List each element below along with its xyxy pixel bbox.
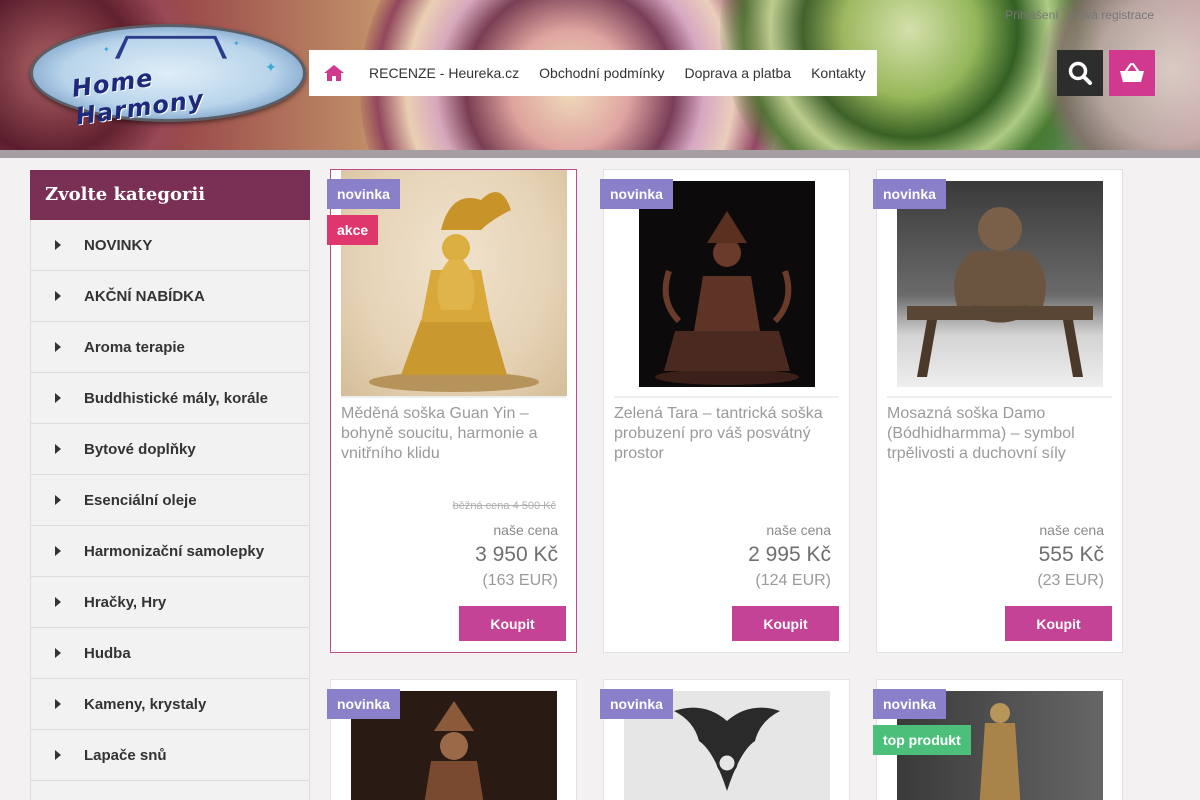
product-card[interactable]: novinka: [327, 679, 577, 800]
price-eur: (163 EUR): [482, 572, 558, 589]
product-card[interactable]: novinka top produkt: [873, 679, 1123, 800]
category-item[interactable]: Kameny, krystaly: [30, 679, 310, 730]
caret-right-icon: [55, 648, 61, 658]
nav-contacts[interactable]: Kontakty: [801, 65, 875, 81]
logo[interactable]: Home Harmony ✦ ✦ ✦: [30, 24, 306, 131]
product-price: 555 Kč: [1038, 543, 1104, 566]
price-label: naše cena: [1039, 522, 1104, 538]
login-link[interactable]: Přihlášení: [1005, 8, 1058, 22]
separator: [887, 396, 1112, 398]
separator: [614, 396, 839, 398]
buy-button[interactable]: Koupit: [732, 606, 839, 641]
search-button[interactable]: [1057, 50, 1103, 96]
caret-right-icon: [55, 240, 61, 250]
star-icon: ✦: [265, 59, 277, 75]
category-label: NOVINKY: [84, 236, 153, 254]
category-label: AKČNÍ NABÍDKA: [84, 287, 205, 305]
old-price: běžná cena 4 500 Kč: [452, 500, 556, 512]
buy-button[interactable]: Koupit: [1005, 606, 1112, 641]
main-nav: RECENZE - Heureka.cz Obchodní podmínky D…: [309, 50, 877, 96]
badge-new: novinka: [600, 179, 673, 209]
category-label: Kameny, krystaly: [84, 695, 207, 713]
product-image[interactable]: [639, 181, 815, 387]
category-item[interactable]: Harmonizační samolepky: [30, 526, 310, 577]
statue-image: [655, 211, 799, 385]
category-item[interactable]: [30, 781, 310, 800]
product-card[interactable]: novinka Zelená Tara – tantrická soška pr…: [600, 169, 850, 653]
product-name[interactable]: Měděná soška Guan Yin – bohyně soucitu, …: [341, 404, 566, 464]
badge-new: novinka: [327, 179, 400, 209]
nav-terms[interactable]: Obchodní podmínky: [529, 65, 674, 81]
caret-right-icon: [55, 597, 61, 607]
category-item[interactable]: Esenciální oleje: [30, 475, 310, 526]
category-item[interactable]: Lapače snů: [30, 730, 310, 781]
badge-new: novinka: [873, 179, 946, 209]
product-card[interactable]: novinka akce Měděná soška Guan Yin – boh…: [327, 169, 577, 653]
category-item[interactable]: Aroma terapie: [30, 322, 310, 373]
nav-shipping[interactable]: Doprava a platba: [674, 65, 801, 81]
price-label: naše cena: [766, 522, 831, 538]
home-icon: [324, 65, 344, 81]
category-label: Harmonizační samolepky: [84, 542, 265, 560]
category-label: Hračky, Hry: [84, 593, 167, 611]
account-links: Přihlášení Nová registrace: [997, 8, 1154, 22]
separator: [341, 396, 566, 398]
category-item[interactable]: Hudba: [30, 628, 310, 679]
price-eur: (124 EUR): [755, 572, 831, 589]
product-card[interactable]: novinka Mosazná soška Damo (Bódhidharmma…: [873, 169, 1123, 653]
search-icon: [1068, 61, 1092, 85]
category-label: Buddhistické mály, korále: [84, 389, 268, 407]
caret-right-icon: [55, 393, 61, 403]
price-eur: (23 EUR): [1037, 572, 1104, 589]
caret-right-icon: [55, 699, 61, 709]
statue-image: [907, 207, 1093, 377]
header-divider: [0, 150, 1200, 158]
category-item[interactable]: Buddhistické mály, korále: [30, 373, 310, 424]
caret-right-icon: [55, 750, 61, 760]
nav-reviews[interactable]: RECENZE - Heureka.cz: [359, 65, 529, 81]
caret-right-icon: [55, 444, 61, 454]
category-sidebar: Zvolte kategorii NOVINKY AKČNÍ NABÍDKA A…: [30, 170, 310, 800]
caret-right-icon: [55, 546, 61, 556]
badge-new: novinka: [600, 689, 673, 719]
product-price: 3 950 Kč: [475, 543, 558, 566]
category-item[interactable]: Bytové doplňky: [30, 424, 310, 475]
category-label: Hudba: [84, 644, 131, 662]
product-image[interactable]: [897, 181, 1103, 387]
price-label: naše cena: [493, 522, 558, 538]
caret-right-icon: [55, 495, 61, 505]
badge-new: novinka: [873, 689, 946, 719]
category-label: Esenciální oleje: [84, 491, 197, 509]
sidebar-title: Zvolte kategorii: [30, 170, 310, 220]
category-label: Aroma terapie: [84, 338, 185, 356]
register-link[interactable]: Nová registrace: [1070, 8, 1154, 22]
category-item[interactable]: AKČNÍ NABÍDKA: [30, 271, 310, 322]
badge-sale: akce: [327, 215, 379, 245]
product-name[interactable]: Mosazná soška Damo (Bódhidharmma) – symb…: [887, 404, 1112, 464]
category-label: Bytové doplňky: [84, 440, 196, 458]
category-item[interactable]: Hračky, Hry: [30, 577, 310, 628]
star-icon: ✦: [103, 45, 110, 54]
product-price: 2 995 Kč: [748, 543, 831, 566]
caret-right-icon: [55, 342, 61, 352]
product-card[interactable]: novinka: [600, 679, 850, 800]
buy-button[interactable]: Koupit: [459, 606, 566, 641]
cart-button[interactable]: [1109, 50, 1155, 96]
category-item[interactable]: NOVINKY: [30, 220, 310, 271]
product-name[interactable]: Zelená Tara – tantrická soška probuzení …: [614, 404, 839, 464]
basket-icon: [1120, 62, 1144, 82]
star-icon: ✦: [233, 39, 240, 48]
badge-new: novinka: [327, 689, 400, 719]
badge-top-product: top produkt: [873, 725, 971, 755]
home-button[interactable]: [309, 50, 359, 96]
category-label: Lapače snů: [84, 746, 167, 764]
caret-right-icon: [55, 291, 61, 301]
